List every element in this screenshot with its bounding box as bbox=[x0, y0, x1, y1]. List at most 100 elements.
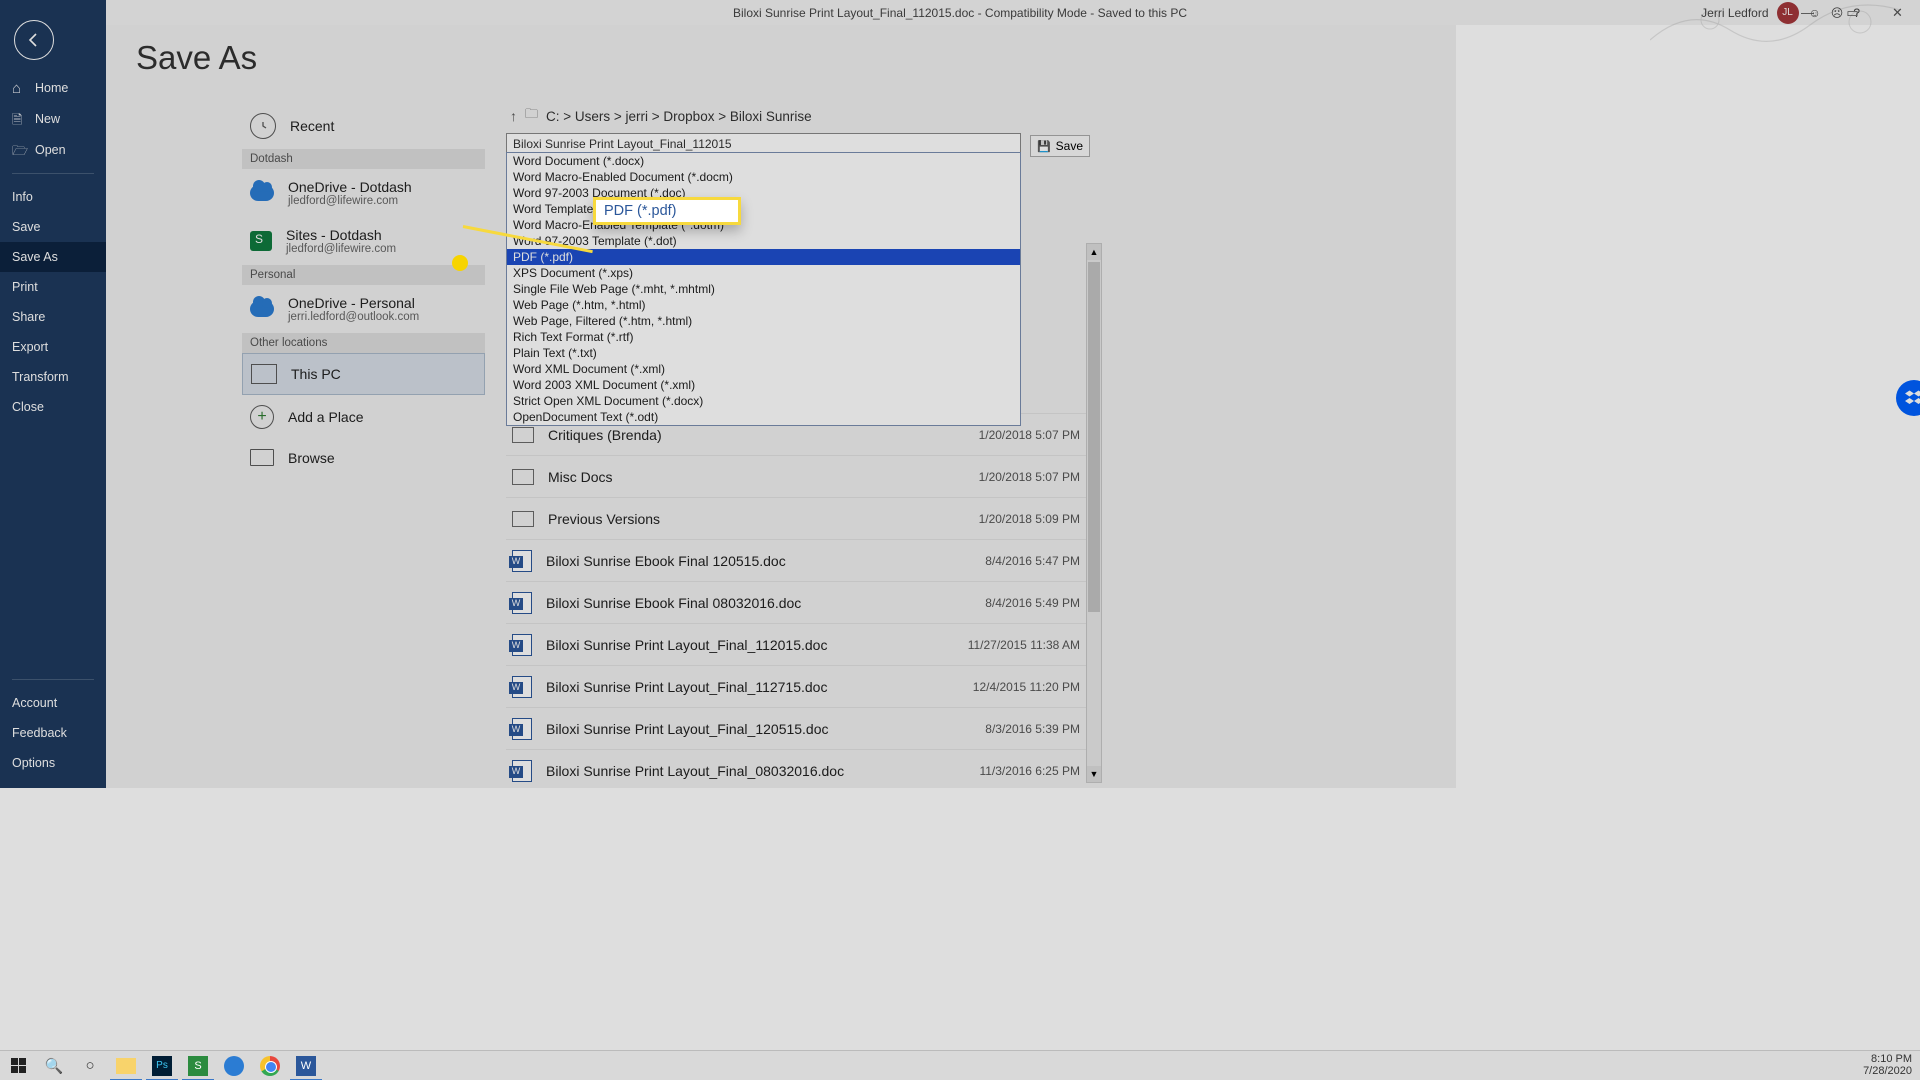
breadcrumb: ↑ 🗀 C: > Users > jerri > Dropbox > Bilox… bbox=[506, 103, 1096, 129]
filetype-option[interactable]: Word Macro-Enabled Document (*.docm) bbox=[507, 169, 1020, 185]
filetype-option[interactable]: Web Page, Filtered (*.htm, *.html) bbox=[507, 313, 1020, 329]
nav-label: Home bbox=[35, 81, 68, 95]
back-button[interactable] bbox=[14, 20, 54, 60]
nav-export[interactable]: Export bbox=[0, 332, 106, 362]
dropbox-badge-icon[interactable] bbox=[1896, 380, 1920, 416]
word-doc-icon bbox=[512, 760, 532, 782]
nav-close[interactable]: Close bbox=[0, 392, 106, 422]
taskbar-app-chrome[interactable] bbox=[252, 1051, 288, 1080]
file-name: Biloxi Sunrise Print Layout_Final_080320… bbox=[546, 763, 844, 779]
locations-header-other: Other locations bbox=[242, 333, 485, 353]
folder-icon[interactable]: 🗀 bbox=[525, 105, 538, 127]
folder-row[interactable]: Misc Docs1/20/2018 5:07 PM bbox=[506, 455, 1086, 497]
filetype-option[interactable]: OpenDocument Text (*.odt) bbox=[507, 409, 1020, 425]
nav-print[interactable]: Print bbox=[0, 272, 106, 302]
location-recent[interactable]: Recent bbox=[242, 103, 485, 149]
nav-home[interactable]: Home bbox=[0, 72, 106, 103]
location-browse[interactable]: Browse bbox=[242, 439, 485, 476]
location-onedrive-dotdash[interactable]: OneDrive - Dotdashjledford@lifewire.com bbox=[242, 169, 485, 217]
nav-options[interactable]: Options bbox=[0, 748, 106, 778]
filetype-option[interactable]: Word 97-2003 Template (*.dot) bbox=[507, 233, 1020, 249]
taskbar-clock[interactable]: 8:10 PM 7/28/2020 bbox=[1863, 1050, 1912, 1080]
filetype-option[interactable]: Word XML Document (*.xml) bbox=[507, 361, 1020, 377]
word-doc-icon bbox=[512, 718, 532, 740]
scroll-up-icon[interactable]: ▲ bbox=[1087, 244, 1101, 260]
nav-open[interactable]: Open bbox=[0, 134, 106, 165]
photoshop-icon: Ps bbox=[152, 1056, 172, 1076]
title-bar: Biloxi Sunrise Print Layout_Final_112015… bbox=[0, 0, 1920, 25]
scroll-down-icon[interactable]: ▼ bbox=[1087, 766, 1101, 782]
home-icon bbox=[12, 80, 27, 95]
cloud-icon bbox=[250, 301, 274, 317]
file-row[interactable]: Biloxi Sunrise Print Layout_Final_080320… bbox=[506, 749, 1086, 791]
filetype-option[interactable]: Word Template (*.dotx) bbox=[507, 201, 1020, 217]
content-area: Save As Recent Dotdash OneDrive - Dotdas… bbox=[106, 25, 1456, 788]
filetype-option[interactable]: Word Document (*.docx) bbox=[507, 153, 1020, 169]
location-label: OneDrive - Dotdash bbox=[288, 179, 412, 195]
search-button[interactable]: 🔍 bbox=[36, 1051, 72, 1080]
nav-new[interactable]: New bbox=[0, 103, 106, 134]
location-onedrive-personal[interactable]: OneDrive - Personaljerri.ledford@outlook… bbox=[242, 285, 485, 333]
location-label: OneDrive - Personal bbox=[288, 295, 419, 311]
folder-row[interactable]: Previous Versions1/20/2018 5:09 PM bbox=[506, 497, 1086, 539]
nav-share[interactable]: Share bbox=[0, 302, 106, 332]
breadcrumb-path[interactable]: C: > Users > jerri > Dropbox > Biloxi Su… bbox=[546, 109, 812, 124]
location-label: Browse bbox=[288, 450, 335, 466]
taskbar-app-word[interactable]: W bbox=[288, 1051, 324, 1080]
filetype-option[interactable]: Plain Text (*.txt) bbox=[507, 345, 1020, 361]
nav-label: Transform bbox=[12, 370, 69, 384]
save-label: Save bbox=[1056, 139, 1083, 153]
restore-button[interactable]: ▭ bbox=[1830, 0, 1875, 25]
nav-account[interactable]: Account bbox=[0, 688, 106, 718]
file-name: Biloxi Sunrise Ebook Final 08032016.doc bbox=[546, 595, 801, 611]
location-add-place[interactable]: + Add a Place bbox=[242, 395, 485, 439]
word-doc-icon bbox=[512, 634, 532, 656]
clock-date: 7/28/2020 bbox=[1863, 1065, 1912, 1077]
filetype-option[interactable]: Single File Web Page (*.mht, *.mhtml) bbox=[507, 281, 1020, 297]
scroll-thumb[interactable] bbox=[1088, 262, 1100, 612]
nav-save-as[interactable]: Save As bbox=[0, 242, 106, 272]
up-arrow-icon[interactable]: ↑ bbox=[510, 108, 517, 124]
sharepoint-icon bbox=[250, 231, 272, 251]
file-row[interactable]: Biloxi Sunrise Ebook Final 120515.doc8/4… bbox=[506, 539, 1086, 581]
filetype-option[interactable]: Rich Text Format (*.rtf) bbox=[507, 329, 1020, 345]
nav-transform[interactable]: Transform bbox=[0, 362, 106, 392]
location-sites-dotdash[interactable]: Sites - Dotdashjledford@lifewire.com bbox=[242, 217, 485, 265]
minimize-button[interactable]: — bbox=[1785, 0, 1830, 25]
nav-feedback[interactable]: Feedback bbox=[0, 718, 106, 748]
nav-label: Options bbox=[12, 756, 55, 770]
taskbar-app-photoshop[interactable]: Ps bbox=[144, 1051, 180, 1080]
taskbar-app-dropbox[interactable] bbox=[216, 1051, 252, 1080]
filetype-option[interactable]: Strict Open XML Document (*.docx) bbox=[507, 393, 1020, 409]
nav-label: Save bbox=[12, 220, 41, 234]
file-date: 8/4/2016 5:47 PM bbox=[985, 554, 1080, 568]
filetype-option[interactable]: Word 97-2003 Document (*.doc) bbox=[507, 185, 1020, 201]
user-account[interactable]: Jerri Ledford JL bbox=[1701, 2, 1798, 24]
callout-dot bbox=[452, 255, 468, 271]
taskbar-app-snagit[interactable]: S bbox=[180, 1051, 216, 1080]
start-button[interactable] bbox=[0, 1051, 36, 1080]
file-row[interactable]: Biloxi Sunrise Ebook Final 08032016.doc8… bbox=[506, 581, 1086, 623]
nav-label: Export bbox=[12, 340, 48, 354]
file-row[interactable]: Biloxi Sunrise Print Layout_Final_120515… bbox=[506, 707, 1086, 749]
cortana-button[interactable]: ○ bbox=[72, 1051, 108, 1080]
nav-label: Info bbox=[12, 190, 33, 204]
taskbar-app-explorer[interactable] bbox=[108, 1051, 144, 1080]
location-this-pc[interactable]: This PC bbox=[242, 353, 485, 395]
filetype-option[interactable]: Word Macro-Enabled Template (*.dotm) bbox=[507, 217, 1020, 233]
save-button[interactable]: Save bbox=[1030, 135, 1090, 157]
scrollbar[interactable]: ▲ ▼ bbox=[1086, 243, 1102, 783]
nav-save[interactable]: Save bbox=[0, 212, 106, 242]
nav-label: Close bbox=[12, 400, 44, 414]
file-row[interactable]: Biloxi Sunrise Print Layout_Final_112015… bbox=[506, 623, 1086, 665]
folder-open-icon bbox=[12, 142, 27, 157]
nav-label: New bbox=[35, 112, 60, 126]
filetype-option[interactable]: Word 2003 XML Document (*.xml) bbox=[507, 377, 1020, 393]
filetype-option[interactable]: XPS Document (*.xps) bbox=[507, 265, 1020, 281]
filetype-option[interactable]: Web Page (*.htm, *.html) bbox=[507, 297, 1020, 313]
close-button[interactable]: ✕ bbox=[1875, 0, 1920, 25]
backstage-sidebar: Home New Open Info Save Save As Print Sh… bbox=[0, 0, 106, 788]
file-row[interactable]: Biloxi Sunrise Print Layout_Final_112715… bbox=[506, 665, 1086, 707]
nav-info[interactable]: Info bbox=[0, 182, 106, 212]
save-icon bbox=[1037, 139, 1051, 153]
